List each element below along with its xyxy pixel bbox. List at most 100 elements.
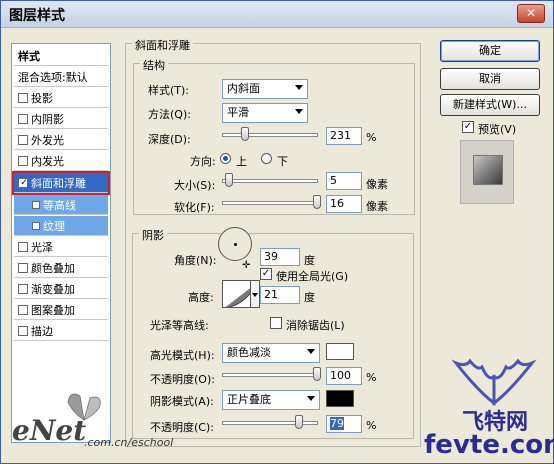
- style-item-pattern-overlay[interactable]: 图案叠加: [14, 300, 108, 320]
- style-item-texture[interactable]: 纹理: [14, 216, 108, 236]
- color-overlay-checkbox[interactable]: [18, 262, 28, 273]
- style-item-stroke[interactable]: 描边: [14, 321, 108, 341]
- contour-checkbox[interactable]: [32, 200, 40, 209]
- preview-checkbox[interactable]: ✓: [462, 121, 474, 133]
- shadow-opacity-input[interactable]: 79: [326, 415, 362, 433]
- shadow-mode-select[interactable]: 正片叠底: [222, 390, 320, 410]
- stroke-checkbox[interactable]: [18, 325, 28, 336]
- size-slider-thumb[interactable]: [225, 173, 233, 187]
- enet-url: .com.cn/eschool: [84, 436, 174, 449]
- pattern-overlay-label: 图案叠加: [31, 303, 75, 317]
- direction-up-label: 上: [236, 155, 247, 168]
- inner-shadow-checkbox[interactable]: [18, 113, 28, 124]
- highlight-opacity-label: 不透明度(O):: [150, 373, 215, 386]
- fevte-url: fevte.com: [424, 430, 554, 460]
- style-item-gradient-overlay[interactable]: 渐变叠加: [14, 279, 108, 299]
- direction-up-radio[interactable]: [220, 153, 231, 164]
- shadow-opacity-thumb[interactable]: [295, 415, 303, 429]
- style-item-inner-glow[interactable]: 内发光: [14, 151, 108, 171]
- preview-thumbnail: [460, 140, 514, 204]
- angle-input[interactable]: 39: [260, 248, 300, 266]
- angle-dial[interactable]: [218, 227, 252, 261]
- technique-select[interactable]: 平滑: [222, 103, 308, 123]
- size-label: 大小(S):: [174, 179, 216, 192]
- highlight-mode-value: 颜色减淡: [227, 346, 271, 359]
- chevron-down-icon: [307, 396, 315, 401]
- depth-input[interactable]: 231: [326, 127, 362, 145]
- technique-select-value: 平滑: [227, 106, 249, 119]
- bevel-emboss-checkbox[interactable]: [18, 177, 29, 188]
- style-item-contour[interactable]: 等高线: [14, 195, 108, 215]
- contour-label: 等高线: [43, 198, 76, 212]
- preview-square: [473, 155, 503, 185]
- outer-glow-label: 外发光: [31, 133, 64, 147]
- depth-label: 深度(D):: [148, 133, 191, 146]
- soften-unit: 像素: [366, 200, 388, 213]
- highlight-opacity-input[interactable]: 100: [326, 367, 362, 385]
- gradient-overlay-checkbox[interactable]: [18, 283, 28, 294]
- crosshair-icon: ✛: [242, 260, 251, 271]
- ok-button[interactable]: 确定: [440, 40, 540, 62]
- shadow-color-swatch[interactable]: [326, 390, 354, 407]
- direction-down-radio[interactable]: [261, 153, 272, 164]
- depth-slider-thumb[interactable]: [241, 127, 249, 141]
- soften-slider[interactable]: [222, 195, 321, 209]
- chevron-down-icon: [252, 293, 258, 297]
- highlight-opacity-thumb[interactable]: [313, 367, 321, 381]
- close-button[interactable]: ✕: [517, 4, 545, 23]
- gloss-contour-label: 光泽等高线:: [150, 319, 209, 332]
- stroke-label: 描边: [31, 324, 53, 338]
- highlight-mode-select[interactable]: 颜色减淡: [222, 343, 320, 363]
- global-light-checkbox[interactable]: ✓: [260, 268, 272, 280]
- soften-label: 软化(F):: [174, 201, 215, 214]
- gloss-contour-dropdown[interactable]: [250, 280, 260, 308]
- chevron-down-icon: [295, 85, 303, 90]
- texture-checkbox[interactable]: [32, 221, 40, 230]
- style-item-outer-glow[interactable]: 外发光: [14, 130, 108, 150]
- styles-header[interactable]: 样式: [14, 46, 108, 66]
- color-overlay-label: 颜色叠加: [31, 261, 75, 275]
- angle-label: 角度(N):: [174, 254, 217, 267]
- soften-slider-thumb[interactable]: [313, 195, 321, 209]
- new-style-button[interactable]: 新建样式(W)...: [440, 94, 540, 116]
- pattern-overlay-checkbox[interactable]: [18, 304, 28, 315]
- shadow-opacity-label: 不透明度(C):: [150, 421, 214, 434]
- styles-list: 样式 混合选项:默认 投影 内阴影 外发光 内发光 斜面和浮雕 等高线 纹理 光…: [11, 43, 111, 443]
- shadow-opacity-slider[interactable]: [222, 415, 318, 429]
- preview-label: 预览(V): [478, 123, 517, 136]
- global-light-label: 使用全局光(G): [276, 270, 349, 283]
- blending-options-item[interactable]: 混合选项:默认: [14, 67, 108, 87]
- depth-slider[interactable]: [222, 127, 318, 141]
- style-item-drop-shadow[interactable]: 投影: [14, 88, 108, 108]
- angle-unit: 度: [304, 254, 315, 267]
- outer-glow-checkbox[interactable]: [18, 134, 28, 145]
- style-item-satin[interactable]: 光泽: [14, 237, 108, 257]
- highlight-color-swatch[interactable]: [326, 343, 354, 360]
- shadow-opacity-unit: %: [366, 419, 377, 432]
- title-bar: 图层样式 ✕: [1, 1, 553, 28]
- drop-shadow-checkbox[interactable]: [18, 92, 28, 103]
- soften-input[interactable]: 16: [326, 195, 362, 213]
- highlight-mode-label: 高光模式(H):: [150, 349, 215, 362]
- antialias-checkbox[interactable]: [270, 317, 282, 329]
- style-item-color-overlay[interactable]: 颜色叠加: [14, 258, 108, 278]
- style-select[interactable]: 内斜面: [222, 79, 308, 99]
- satin-checkbox[interactable]: [18, 241, 28, 252]
- cancel-button[interactable]: 取消: [440, 68, 540, 90]
- highlight-opacity-unit: %: [366, 371, 377, 384]
- altitude-input[interactable]: 21: [260, 286, 300, 304]
- structure-title: 结构: [140, 57, 168, 73]
- bevel-emboss-label: 斜面和浮雕: [31, 176, 86, 190]
- wings-icon: [451, 358, 537, 407]
- style-item-inner-shadow[interactable]: 内阴影: [14, 109, 108, 129]
- style-item-bevel-emboss[interactable]: 斜面和浮雕: [12, 171, 110, 195]
- inner-glow-checkbox[interactable]: [18, 155, 28, 166]
- style-label: 样式(T):: [148, 84, 190, 97]
- size-slider[interactable]: [222, 173, 318, 187]
- shading-title: 阴影: [139, 227, 167, 243]
- direction-label: 方向:: [190, 155, 216, 168]
- size-input[interactable]: 5: [326, 172, 362, 190]
- style-select-value: 内斜面: [227, 82, 260, 95]
- direction-down-label: 下: [277, 155, 288, 168]
- highlight-opacity-slider[interactable]: [222, 367, 321, 381]
